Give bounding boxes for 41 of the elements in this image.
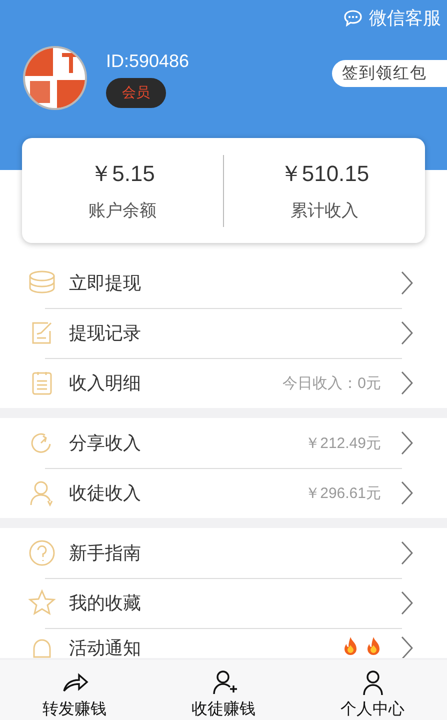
menu-row[interactable]: 我的收藏 (0, 578, 447, 628)
question-icon (28, 539, 56, 567)
avatar-icon (22, 45, 88, 111)
menu-label: 收入明细 (69, 372, 142, 395)
menu-row[interactable]: 活动通知 (0, 628, 447, 658)
user-id: ID:590486 (106, 51, 190, 72)
menu-row[interactable]: 收徒收入 ￥296.61元 (0, 468, 447, 518)
tab-item[interactable]: 转发赚钱 (0, 660, 149, 720)
chevron-right-icon (401, 321, 413, 345)
chevron-right-icon (401, 636, 413, 658)
menu-label: 新手指南 (69, 542, 142, 565)
chevron-right-icon (401, 271, 413, 295)
menu-value: 今日收入：0元 (282, 374, 381, 392)
menu-label: 活动通知 (69, 637, 142, 658)
menu-row[interactable]: 分享收入 ￥212.49元 (0, 418, 447, 468)
menu-row[interactable]: 新手指南 (0, 528, 447, 578)
balance-label: 账户余额 (88, 200, 156, 222)
member-badge: 会员 (106, 78, 166, 108)
chevron-right-icon (401, 541, 413, 565)
star-icon (28, 589, 56, 617)
chevron-right-icon (401, 431, 413, 455)
tab-item[interactable]: 收徒赚钱 (149, 660, 298, 720)
tab-item[interactable]: 个人中心 (298, 660, 447, 720)
balance-label: 累计收入 (290, 200, 358, 222)
chat-bubble-icon (343, 9, 363, 27)
menu-label: 收徒收入 (69, 482, 142, 505)
balance-amount: ￥5.15 (90, 160, 155, 188)
menu-label: 提现记录 (69, 322, 142, 345)
menu-row[interactable]: 立即提现 (0, 258, 447, 308)
menu-row[interactable]: 收入明细 今日收入：0元 (0, 358, 447, 408)
menu-value: ￥296.61元 (305, 484, 381, 502)
menu-row[interactable]: 提现记录 (0, 308, 447, 358)
chevron-right-icon (401, 481, 413, 505)
menu-label: 分享收入 (69, 432, 142, 455)
balance-amount: ￥510.15 (280, 160, 370, 188)
menu-value: ￥212.49元 (305, 434, 381, 452)
chevron-right-icon (401, 371, 413, 395)
checkin-button[interactable]: 签到领红包 (332, 60, 447, 87)
menu-label: 立即提现 (69, 272, 142, 295)
chevron-right-icon (401, 591, 413, 615)
menu-label: 我的收藏 (69, 592, 142, 615)
